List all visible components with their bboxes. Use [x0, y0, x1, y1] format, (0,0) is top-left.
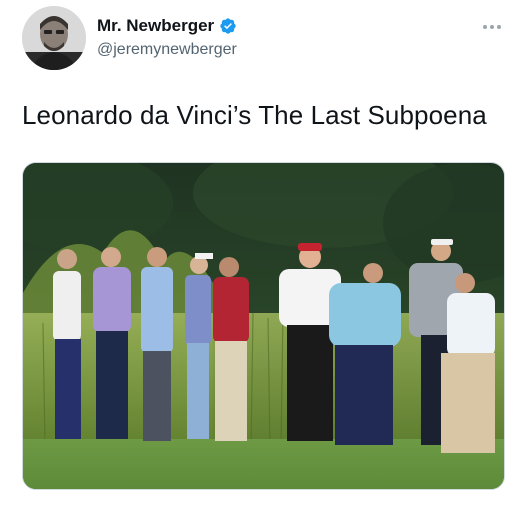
author-display-name[interactable]: Mr. Newberger [97, 16, 214, 36]
verified-badge-icon [220, 18, 236, 34]
tweet-card: Mr. Newberger @jeremynewberger Leonardo … [0, 0, 526, 511]
golf-course-group-photo-icon [23, 163, 504, 489]
author-name-row[interactable]: Mr. Newberger [97, 16, 237, 36]
more-dot [490, 25, 494, 29]
tweet-photo[interactable] [22, 162, 505, 490]
avatar[interactable] [22, 6, 86, 70]
more-dot [497, 25, 501, 29]
more-options-icon[interactable] [478, 18, 506, 36]
author-handle[interactable]: @jeremynewberger [97, 41, 237, 59]
more-dot [483, 25, 487, 29]
profile-photo-icon [22, 6, 86, 70]
tweet-text: Leonardo da Vinci’s The Last Subpoena [22, 100, 487, 130]
